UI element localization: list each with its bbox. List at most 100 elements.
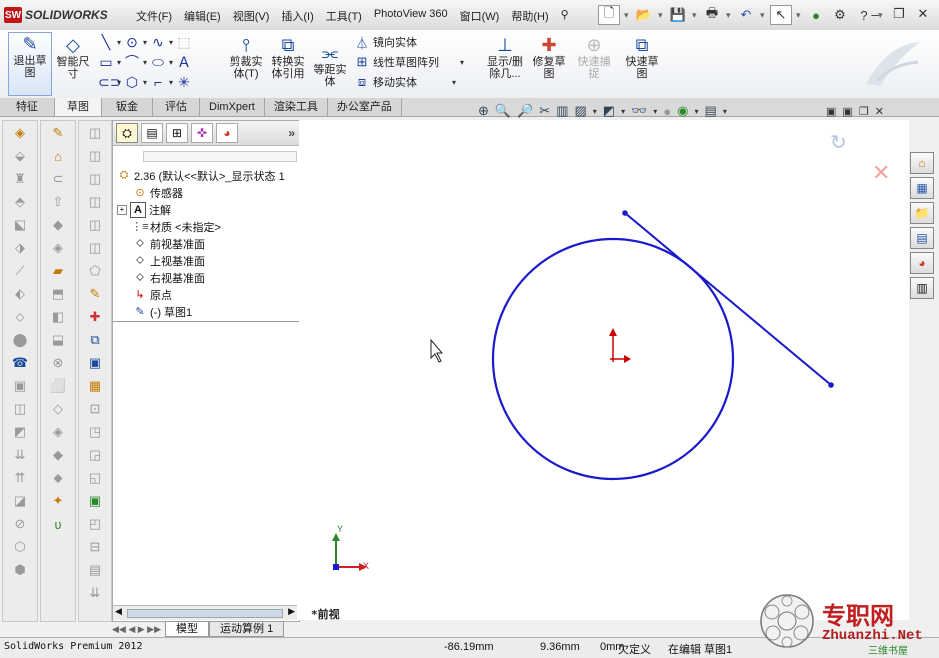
toolbar-tool-icon[interactable]: ✚ <box>80 306 110 328</box>
toolbar-tool-icon[interactable]: ⬥ <box>43 467 73 489</box>
tab-model[interactable]: 模型 <box>165 621 210 637</box>
toolbar-tool-icon[interactable]: ⇊ <box>5 444 35 466</box>
display-style-icon[interactable]: ◩ <box>603 103 615 119</box>
toolbar-tool-icon[interactable]: ☎ <box>5 352 35 374</box>
toolbar-tool-icon[interactable]: ⊗ <box>43 352 73 374</box>
tree-item-sketch1[interactable]: ✎ (-) 草图1 <box>133 303 192 320</box>
toolbar-tool-icon[interactable]: ⧉ <box>80 329 110 351</box>
toolbar-tool-icon[interactable]: ✎ <box>80 283 110 305</box>
toolbar-tool-icon[interactable]: ◈ <box>43 237 73 259</box>
zoom-to-area-icon[interactable]: 🔍 <box>495 103 511 119</box>
offset-entities-button[interactable]: ⫘ 等距实体 <box>311 42 349 88</box>
chevron-down-icon[interactable]: ▾ <box>723 107 727 116</box>
dimxpert-manager-tab-icon[interactable]: ✜ <box>191 123 213 143</box>
line-endpoint[interactable] <box>828 382 834 388</box>
spline-icon[interactable]: ∿ <box>150 34 166 51</box>
line-icon[interactable]: ╲ <box>98 34 114 51</box>
section-view-icon[interactable]: ✂ <box>539 103 550 119</box>
rectangle-icon[interactable]: ▭ <box>98 54 114 71</box>
slot-icon[interactable]: ⊂⊃ <box>98 74 121 91</box>
toolbar-tool-icon[interactable]: ▰ <box>43 260 73 282</box>
tab-features[interactable]: 特征 <box>0 98 55 116</box>
show-delete-relations-button[interactable]: ⊥ 显示/删除几... <box>484 34 526 80</box>
chevron-down-icon[interactable]: ▾ <box>143 78 147 87</box>
feature-tree-tab-icon[interactable]: ⛭ <box>116 123 138 143</box>
toolbar-tool-icon[interactable]: ◈ <box>5 122 35 144</box>
zoom-to-fit-icon[interactable]: ⊕ <box>478 103 489 119</box>
toolbar-tool-icon[interactable]: ⬖ <box>5 283 35 305</box>
tree-item-origin[interactable]: ↳ 原点 <box>133 286 172 303</box>
tab-sketch[interactable]: 草图 <box>55 98 102 116</box>
chevron-down-icon[interactable]: ▾ <box>692 10 698 21</box>
chevron-down-icon[interactable]: ▾ <box>117 58 121 67</box>
toolbar-tool-icon[interactable]: ⬕ <box>5 214 35 236</box>
pin-icon[interactable]: ⚲ <box>555 6 575 26</box>
plane-icon[interactable]: ⬚ <box>176 34 192 51</box>
confirm-corner[interactable]: ↻ ✕ <box>830 130 890 186</box>
hide-show-items-icon[interactable]: 👓 <box>631 103 647 119</box>
toolbar-tool-icon[interactable]: ◫ <box>5 398 35 420</box>
appearance-icon[interactable]: ● <box>663 104 671 119</box>
tab-dimxpert[interactable]: DimXpert <box>200 98 265 116</box>
toolbar-tool-icon[interactable]: ◆ <box>43 444 73 466</box>
toolbar-tool-icon[interactable]: ✎ <box>43 122 73 144</box>
toolbar-tool-icon[interactable]: ◇ <box>43 398 73 420</box>
dynamic-annotation-icon[interactable]: ▥ <box>556 103 568 119</box>
toolbar-tool-icon[interactable]: ⇧ <box>43 191 73 213</box>
scene-icon[interactable]: ◉ <box>677 103 688 119</box>
circle-icon[interactable]: ⊙ <box>124 34 140 51</box>
minimize-icon[interactable]: – <box>865 5 885 23</box>
toolbar-tool-icon[interactable]: ◪ <box>5 490 35 512</box>
toolbar-tool-icon[interactable]: ⇊ <box>80 582 110 604</box>
fillet-icon[interactable]: ⌐ <box>150 74 166 90</box>
tree-item-right-plane[interactable]: ⬦ 右视基准面 <box>133 269 205 286</box>
close-icon[interactable]: ✕ <box>913 5 933 23</box>
toolbar-tool-icon[interactable]: ◫ <box>80 122 110 144</box>
toolbar-tool-icon[interactable]: ⬠ <box>80 260 110 282</box>
menu-window[interactable]: 窗口(W) <box>454 6 506 26</box>
chevron-down-icon[interactable]: ▾ <box>169 78 173 87</box>
toolbar-tool-icon[interactable]: ◰ <box>80 513 110 535</box>
chevron-down-icon[interactable]: ▾ <box>796 10 802 21</box>
toolbar-tool-icon[interactable]: ⇈ <box>5 467 35 489</box>
text-icon[interactable]: Ａ <box>176 52 192 72</box>
tab-evaluate[interactable]: 评估 <box>153 98 200 116</box>
options-icon[interactable]: ⚙ <box>830 6 850 24</box>
sketch-canvas[interactable]: ↻ ✕ <box>299 120 909 620</box>
chevron-down-icon[interactable]: ▾ <box>695 107 699 116</box>
toolbar-tool-icon[interactable]: ◈ <box>43 421 73 443</box>
property-manager-tab-icon[interactable]: ▤ <box>141 123 163 143</box>
close-doc-icon[interactable]: ✕ <box>875 105 884 118</box>
tree-item-sensors[interactable]: ⊙ 传感器 <box>133 184 183 201</box>
solidworks-logo[interactable]: SW SOLIDWORKS <box>4 5 122 25</box>
configuration-manager-tab-icon[interactable]: ⊞ <box>166 123 188 143</box>
toolbar-tool-icon[interactable]: ⬜ <box>43 375 73 397</box>
toolbar-tool-icon[interactable]: ◳ <box>80 421 110 443</box>
chevron-down-icon[interactable]: ▾ <box>760 10 766 21</box>
convert-entities-button[interactable]: ⧉ 转换实体引用 <box>268 34 308 80</box>
open-folder-icon[interactable]: 📂 <box>634 6 654 24</box>
tree-item-front-plane[interactable]: ⬦ 前视基准面 <box>133 235 205 252</box>
smart-dimension-button[interactable]: ◇ 智能尺寸 <box>54 34 92 80</box>
filter-bar[interactable] <box>143 151 297 162</box>
toolbar-tool-icon[interactable]: ♜ <box>5 168 35 190</box>
menu-photoview[interactable]: PhotoView 360 <box>368 6 454 26</box>
traffic-light-icon[interactable]: ● <box>806 6 826 24</box>
toolbar-tool-icon[interactable]: ✦ <box>43 490 73 512</box>
scroll-thumb[interactable] <box>127 609 283 618</box>
restore-icon[interactable]: ❐ <box>889 5 909 23</box>
previous-view-icon[interactable]: 🔎 <box>517 103 533 119</box>
toolbar-tool-icon[interactable]: ⊡ <box>80 398 110 420</box>
point-icon[interactable]: ✳ <box>176 74 192 91</box>
menu-tools[interactable]: 工具(T) <box>320 6 368 26</box>
print-icon[interactable]: 🖶 <box>702 5 722 24</box>
chevron-down-icon[interactable]: ▾ <box>169 38 173 47</box>
tile-2-icon[interactable]: ▣ <box>842 105 852 118</box>
tab-office-products[interactable]: 办公室产品 <box>327 98 402 116</box>
menu-edit[interactable]: 编辑(E) <box>178 6 227 26</box>
tab-sheet-metal[interactable]: 钣金 <box>102 98 153 116</box>
chevron-down-icon[interactable]: ▾ <box>143 38 147 47</box>
toolbar-tool-icon[interactable]: ⬤ <box>5 329 35 351</box>
toolbar-tool-icon[interactable]: ▣ <box>80 490 110 512</box>
chevron-down-icon[interactable]: ▾ <box>621 107 625 116</box>
